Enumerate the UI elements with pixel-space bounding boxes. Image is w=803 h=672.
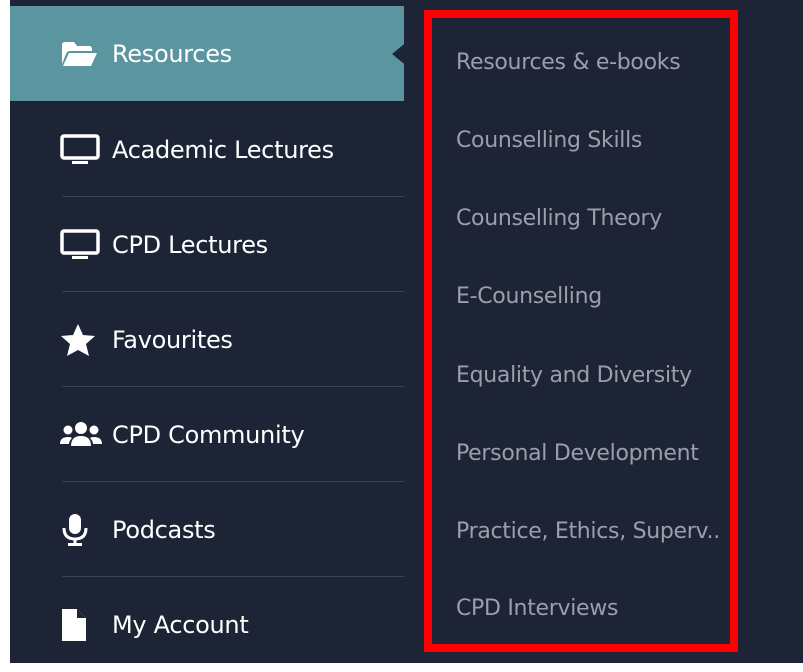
sidebar: Resources Academic Lectures CPD Lectures — [10, 0, 414, 663]
sidebar-item-my-account[interactable]: My Account — [10, 577, 404, 672]
file-icon — [60, 608, 102, 641]
submenu-item[interactable]: Equality and Diversity — [456, 356, 736, 396]
sidebar-item-podcasts[interactable]: Podcasts — [10, 482, 404, 577]
resources-submenu — [404, 0, 803, 663]
microphone-icon — [60, 513, 102, 546]
sidebar-item-label: Resources — [112, 39, 232, 68]
sidebar-item-cpd-lectures[interactable]: CPD Lectures — [10, 197, 404, 292]
star-icon — [60, 323, 102, 356]
sidebar-item-academic-lectures[interactable]: Academic Lectures — [10, 102, 404, 197]
submenu-item[interactable]: Counselling Skills — [456, 121, 736, 161]
submenu-item[interactable]: E-Counselling — [456, 277, 736, 317]
monitor-icon — [60, 133, 102, 166]
sidebar-item-label: CPD Community — [112, 420, 305, 449]
sidebar-item-label: Academic Lectures — [112, 135, 334, 164]
monitor-icon — [60, 228, 102, 261]
sidebar-item-label: Podcasts — [112, 515, 216, 544]
submenu-item[interactable]: Practice, Ethics, Superv.. — [456, 512, 736, 552]
folder-open-icon — [60, 38, 102, 70]
submenu-item[interactable]: CPD Interviews — [456, 589, 736, 629]
sidebar-item-resources[interactable]: Resources — [10, 6, 404, 101]
sidebar-item-label: My Account — [112, 610, 249, 639]
users-icon — [60, 419, 102, 451]
sidebar-item-cpd-community[interactable]: CPD Community — [10, 387, 404, 482]
sidebar-item-label: Favourites — [112, 325, 233, 354]
sidebar-item-favourites[interactable]: Favourites — [10, 292, 404, 387]
submenu-item[interactable]: Counselling Theory — [456, 199, 736, 239]
sidebar-item-label: CPD Lectures — [112, 230, 268, 259]
submenu-item[interactable]: Resources & e-books — [456, 43, 736, 83]
submenu-item[interactable]: Personal Development — [456, 434, 736, 474]
